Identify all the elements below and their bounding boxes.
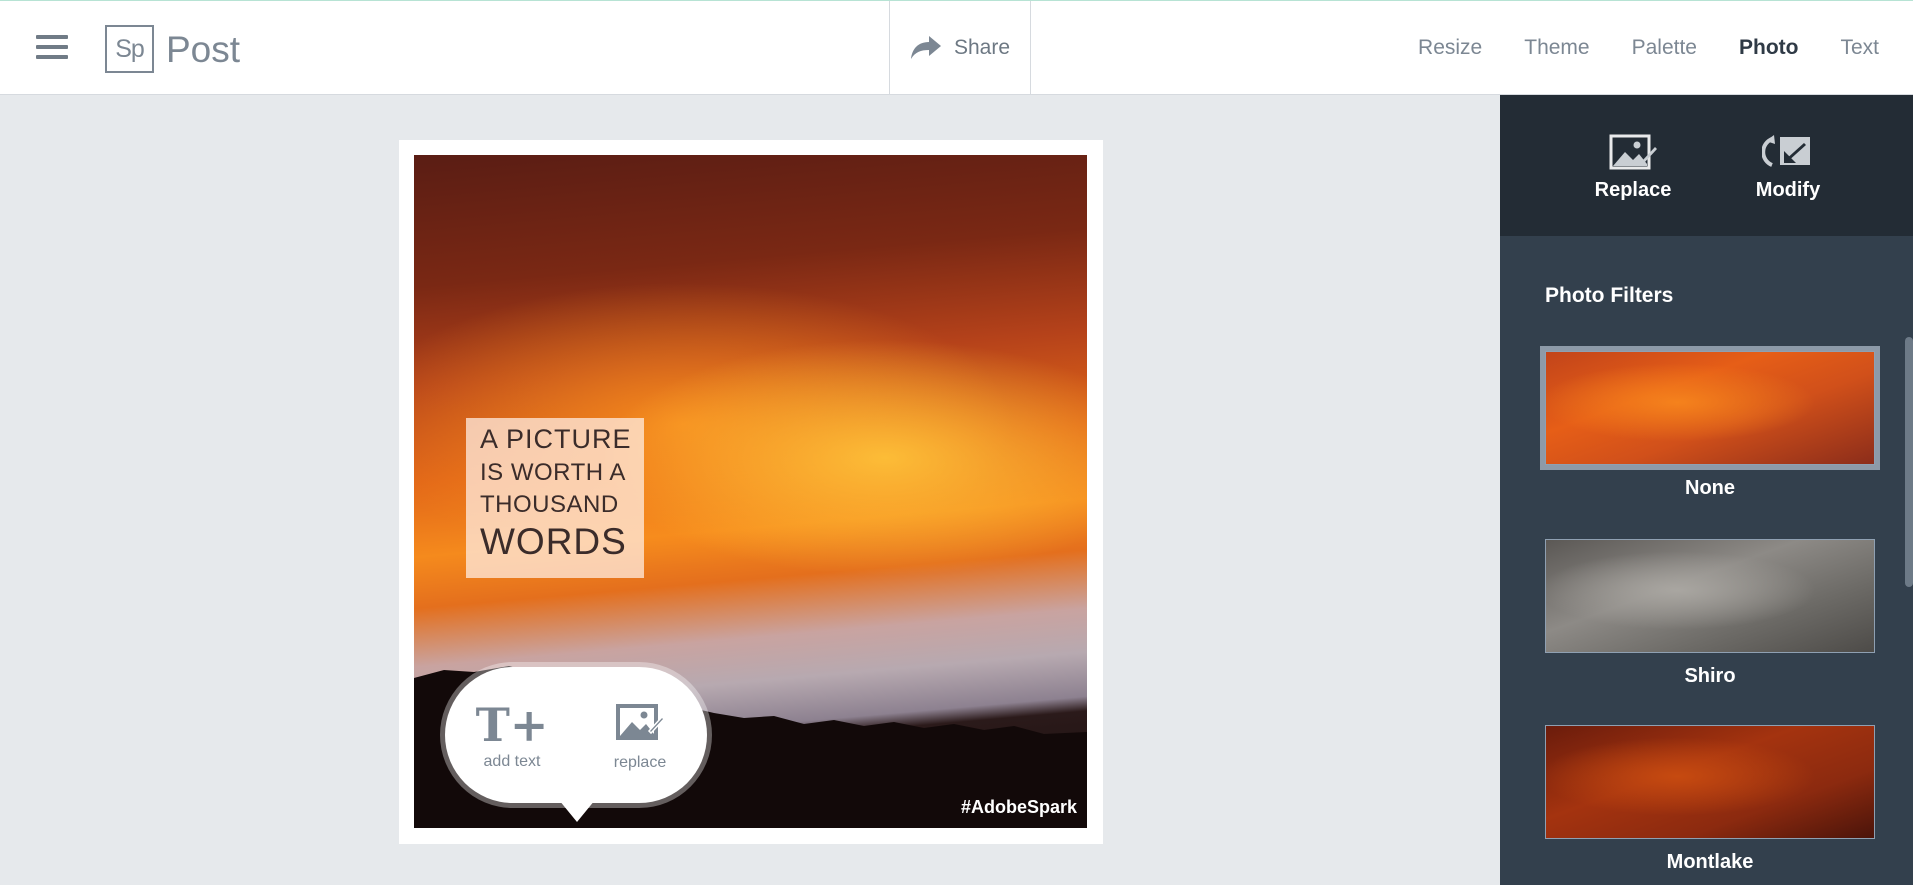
photo-tools-bar: Replace Modify	[1500, 95, 1913, 236]
share-arrow-icon	[910, 36, 941, 59]
filter-thumbnail	[1540, 346, 1880, 470]
replace-tool-button[interactable]: Replace	[1573, 133, 1693, 202]
filter-name: None	[1685, 477, 1735, 499]
tab-theme[interactable]: Theme	[1524, 36, 1589, 60]
quote-line-2: IS WORTH A	[480, 459, 626, 486]
tab-text[interactable]: Text	[1840, 36, 1879, 60]
filter-montlake[interactable]: Montlake	[1545, 725, 1875, 874]
quote-line-4: WORDS	[480, 521, 627, 562]
share-button[interactable]: Share	[889, 1, 1031, 95]
menu-icon[interactable]	[36, 35, 68, 61]
filter-name: Shiro	[1684, 665, 1736, 687]
filter-name: Montlake	[1666, 851, 1754, 873]
share-label: Share	[953, 36, 1011, 59]
tab-resize[interactable]: Resize	[1418, 36, 1482, 60]
tab-palette[interactable]: Palette	[1632, 36, 1697, 60]
mode-tabs: Resize Theme Palette Photo Text	[1418, 1, 1913, 95]
modify-tool-button[interactable]: Modify	[1728, 133, 1848, 202]
panel-scrollbar[interactable]	[1905, 337, 1913, 587]
quote-line-3: THOUSAND	[480, 491, 619, 518]
tab-photo[interactable]: Photo	[1739, 36, 1798, 60]
photo-panel: Replace Modify Photo Filters None Shiro …	[1500, 95, 1913, 885]
app-logo[interactable]: Sp	[105, 25, 154, 73]
quote-line-1: A PICTURE	[480, 424, 632, 454]
modify-tool-label: Modify	[1755, 179, 1821, 201]
replace-label: replace	[613, 754, 667, 771]
bubble-pointer	[559, 800, 595, 822]
filter-thumbnail	[1545, 725, 1875, 839]
hashtag-watermark: #AdobeSpark	[960, 797, 1077, 817]
quote-text-block[interactable]: A PICTURE IS WORTH A THOUSAND WORDS	[466, 418, 644, 578]
modify-image-icon	[1762, 135, 1810, 167]
filter-thumbnail	[1545, 539, 1875, 653]
add-text-label: add text	[483, 753, 541, 770]
filter-none[interactable]: None	[1540, 346, 1880, 500]
replace-image-icon	[1609, 134, 1657, 170]
replace-photo-button[interactable]: replace	[595, 703, 685, 772]
top-bar: Sp Post Share Resize Theme Palette Photo…	[0, 0, 1913, 95]
replace-image-icon	[616, 704, 666, 740]
action-bubble: T+ add text replace	[445, 667, 707, 803]
filter-shiro[interactable]: Shiro	[1545, 539, 1875, 688]
add-text-icon: T+	[475, 698, 549, 752]
add-text-button[interactable]: T+ add text	[467, 698, 557, 771]
replace-tool-label: Replace	[1594, 179, 1672, 201]
photo-filters-heading: Photo Filters	[1545, 284, 1674, 307]
app-title: Post	[166, 29, 241, 70]
